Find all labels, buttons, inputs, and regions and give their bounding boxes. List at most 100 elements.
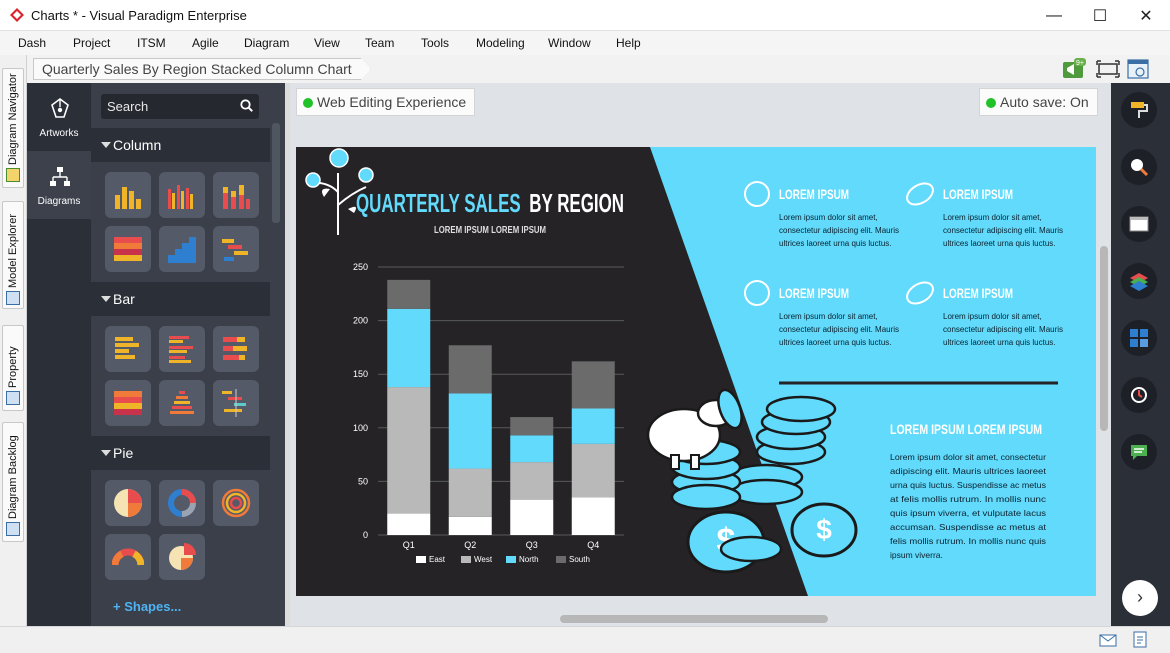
bar-heatmap-tile[interactable]: [105, 380, 151, 426]
category-pie[interactable]: Pie: [91, 436, 270, 470]
breadcrumb[interactable]: Quarterly Sales By Region Stacked Column…: [33, 58, 371, 80]
left-tab-strip: Diagram Navigator Model Explorer Propert…: [0, 55, 27, 626]
tab-diagram-backlog[interactable]: Diagram Backlog: [2, 422, 24, 542]
minimize-button[interactable]: —: [1031, 0, 1077, 31]
grouped-column-tile[interactable]: [159, 172, 205, 218]
x-tick-label: Q4: [587, 540, 599, 550]
bar-segment-south: [510, 417, 554, 436]
bar-segment-north: [571, 408, 615, 444]
feature-3-line-3: ultrices laoreet urna quis luctus.: [779, 338, 892, 347]
grouped-bar-tile[interactable]: [159, 326, 205, 372]
column-chart-tile[interactable]: [105, 172, 151, 218]
rail-diagrams-label: Diagrams: [37, 196, 81, 207]
menu-view[interactable]: View: [314, 36, 340, 50]
stacked-column-tile[interactable]: [213, 172, 259, 218]
pie-chart-tile[interactable]: [105, 480, 151, 526]
bar-segment-south: [387, 279, 431, 309]
menu-itsm[interactable]: ITSM: [137, 36, 166, 50]
bar-segment-east: [387, 513, 431, 535]
menu-agile[interactable]: Agile: [192, 36, 219, 50]
population-pyramid-tile[interactable]: [159, 380, 205, 426]
donut-chart-tile[interactable]: [159, 480, 205, 526]
diagram-type-panel: Search Column Bar Pie + Shapes...: [91, 83, 285, 626]
mail-icon[interactable]: [1099, 634, 1117, 647]
format-painter-button[interactable]: [1121, 92, 1157, 128]
callout-line: Lorem ipsum dolor sit amet, consectetur: [890, 452, 1046, 462]
menu-help[interactable]: Help: [616, 36, 641, 50]
bar-segment-east: [571, 497, 615, 535]
status-bar: [0, 626, 1170, 653]
document-edit-icon[interactable]: [1133, 631, 1149, 649]
panel-scrollbar[interactable]: [272, 123, 280, 223]
comments-button[interactable]: [1121, 434, 1157, 470]
gantt-column-tile[interactable]: [213, 226, 259, 272]
y-tick-label: 250: [353, 262, 368, 272]
zoom-button[interactable]: [1121, 149, 1157, 185]
grid-icon: [1130, 329, 1148, 347]
y-tick-label: 150: [353, 369, 368, 379]
ring-chart-tile[interactable]: [213, 480, 259, 526]
svg-text:$: $: [816, 514, 832, 545]
next-arrow-button[interactable]: ›: [1122, 580, 1158, 616]
autosave-chip[interactable]: Auto save: On: [979, 88, 1098, 116]
menu-dash[interactable]: Dash: [18, 36, 46, 50]
legend-swatch: [461, 556, 471, 563]
search-input[interactable]: Search: [101, 94, 259, 119]
panel-layout-icon[interactable]: [1126, 58, 1150, 80]
history-button[interactable]: [1121, 377, 1157, 413]
category-bar[interactable]: Bar: [91, 282, 270, 316]
menu-diagram[interactable]: Diagram: [244, 36, 289, 50]
search-icon[interactable]: [240, 99, 253, 112]
bar-segment-north: [448, 393, 492, 469]
rail-artworks[interactable]: Artworks: [27, 83, 91, 151]
tab-property[interactable]: Property: [2, 325, 24, 411]
category-column[interactable]: Column: [91, 128, 270, 162]
status-dot-icon: [986, 98, 996, 108]
heatmap-tile[interactable]: [105, 226, 151, 272]
maximize-button[interactable]: ☐: [1077, 0, 1123, 31]
title-bar: Charts * - Visual Paradigm Enterprise — …: [0, 0, 1170, 31]
stacked-bar-tile[interactable]: [213, 326, 259, 372]
notification-icon[interactable]: 9+: [1062, 58, 1086, 80]
exploded-pie-tile[interactable]: [159, 534, 205, 580]
feature-4-line-1: Lorem ipsum dolor sit amet,: [943, 312, 1042, 321]
window-button[interactable]: [1121, 206, 1157, 242]
window-icon: [1129, 216, 1149, 232]
legend-swatch: [556, 556, 566, 563]
infographic-title: QUARTERLY SALES BY REGION: [356, 188, 624, 218]
canvas-horizontal-scrollbar[interactable]: [560, 615, 828, 623]
fit-diagram-icon[interactable]: [1096, 58, 1120, 80]
semi-donut-tile[interactable]: [105, 534, 151, 580]
shapes-link[interactable]: + Shapes...: [113, 599, 181, 614]
canvas-vertical-scrollbar[interactable]: [1100, 246, 1108, 431]
property-icon: [6, 391, 20, 405]
infographic-subtitle: LOREM IPSUM LOREM IPSUM: [434, 225, 546, 236]
bar-chart-tile[interactable]: [105, 326, 151, 372]
menu-window[interactable]: Window: [548, 36, 591, 50]
autosave-label: Auto save: On: [1000, 94, 1089, 110]
web-editing-chip[interactable]: Web Editing Experience: [296, 88, 476, 116]
rail-artworks-label: Artworks: [39, 128, 79, 139]
menu-tools[interactable]: Tools: [421, 36, 449, 50]
menu-project[interactable]: Project: [73, 36, 110, 50]
close-button[interactable]: ✕: [1123, 0, 1169, 31]
tab-diagram-navigator[interactable]: Diagram Navigator: [2, 68, 24, 188]
step-column-tile[interactable]: [159, 226, 205, 272]
feature-2-line-3: ultrices laoreet urna quis luctus.: [943, 239, 1056, 248]
diagram-canvas[interactable]: Web Editing Experience Auto save: On QUA…: [290, 83, 1111, 626]
window-title: Charts * - Visual Paradigm Enterprise: [31, 8, 247, 23]
tab-model-explorer[interactable]: Model Explorer: [2, 201, 24, 309]
tab-property-label: Property: [7, 346, 19, 388]
panels-button[interactable]: [1121, 320, 1157, 356]
infographic[interactable]: QUARTERLY SALES BY REGION LOREM IPSUM LO…: [296, 147, 1096, 596]
y-tick-label: 50: [358, 476, 368, 486]
legend-label: East: [429, 555, 446, 564]
artworks-icon: [51, 98, 69, 118]
rail-diagrams[interactable]: Diagrams: [27, 151, 91, 219]
feature-4-line-3: ultrices laoreet urna quis luctus.: [943, 338, 1056, 347]
diagram-rail: Artworks Diagrams: [27, 83, 91, 626]
gantt-bar-tile[interactable]: [213, 380, 259, 426]
layers-button[interactable]: [1121, 263, 1157, 299]
menu-modeling[interactable]: Modeling: [476, 36, 525, 50]
menu-team[interactable]: Team: [365, 36, 394, 50]
